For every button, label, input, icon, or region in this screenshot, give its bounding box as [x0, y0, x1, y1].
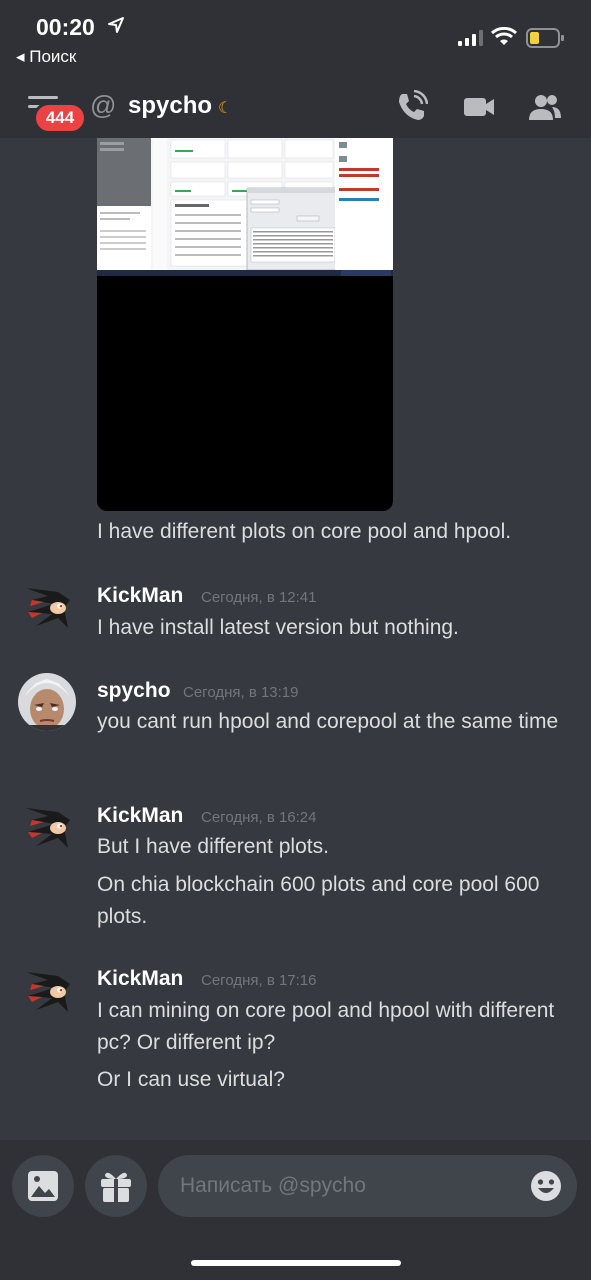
clock: 00:20	[36, 14, 95, 40]
avatar-kickman-image	[18, 962, 76, 1020]
voice-call-icon[interactable]	[394, 90, 428, 124]
message-text: Or I can use virtual?	[97, 1068, 285, 1091]
battery-icon	[526, 28, 564, 48]
video-call-icon[interactable]	[462, 90, 496, 124]
cellular-signal-icon	[458, 30, 483, 46]
location-arrow-icon	[108, 17, 124, 33]
message-author[interactable]: KickMan	[97, 804, 183, 828]
message-text: On chia blockchain 600 plots and core po…	[97, 873, 540, 928]
gift-button[interactable]	[85, 1155, 147, 1217]
channel-header: 444 @ spycho ☾	[0, 78, 591, 138]
avatar-kickman-image	[18, 578, 76, 636]
gift-icon	[101, 1172, 131, 1202]
message-input-placeholder: Написать @spycho	[180, 1174, 366, 1197]
avatar[interactable]	[18, 798, 76, 856]
image-attachment[interactable]	[97, 138, 393, 511]
message-author[interactable]: spycho	[97, 679, 171, 703]
status-bar: 00:20 ◂ Поиск	[0, 0, 591, 78]
back-to-search-link[interactable]: ◂ Поиск	[16, 47, 76, 67]
message-text: you cant run hpool and corepool at the s…	[97, 710, 559, 733]
image-icon	[28, 1171, 58, 1201]
at-icon: @	[90, 90, 117, 120]
moon-icon: ☾	[218, 100, 233, 117]
avatar[interactable]	[18, 578, 76, 636]
wifi-icon	[491, 27, 517, 45]
avatar-kickman-image	[18, 798, 76, 856]
message-timestamp: Сегодня, в 12:41	[201, 589, 317, 606]
home-indicator	[191, 1260, 401, 1266]
message-text: I have install latest version but nothin…	[97, 616, 459, 639]
message-timestamp: Сегодня, в 16:24	[201, 809, 317, 826]
unread-badge: 444	[33, 102, 87, 134]
message-text: I have different plots on core pool and …	[97, 520, 512, 543]
avatar[interactable]	[18, 673, 76, 731]
message-text: I can mining on core pool and hpool with…	[97, 999, 555, 1054]
members-icon[interactable]	[528, 90, 562, 124]
channel-title[interactable]: spycho	[128, 92, 212, 120]
attachment-screenshot-image	[97, 138, 393, 276]
emoji-icon[interactable]	[529, 1169, 563, 1203]
message-author[interactable]: KickMan	[97, 967, 183, 991]
avatar-spycho-image	[18, 673, 76, 731]
message-timestamp: Сегодня, в 13:19	[183, 684, 299, 701]
message-text: But I have different plots.	[97, 835, 329, 858]
attach-image-button[interactable]	[12, 1155, 74, 1217]
message-timestamp: Сегодня, в 17:16	[201, 972, 317, 989]
message-author[interactable]: KickMan	[97, 584, 183, 608]
avatar[interactable]	[18, 962, 76, 1020]
